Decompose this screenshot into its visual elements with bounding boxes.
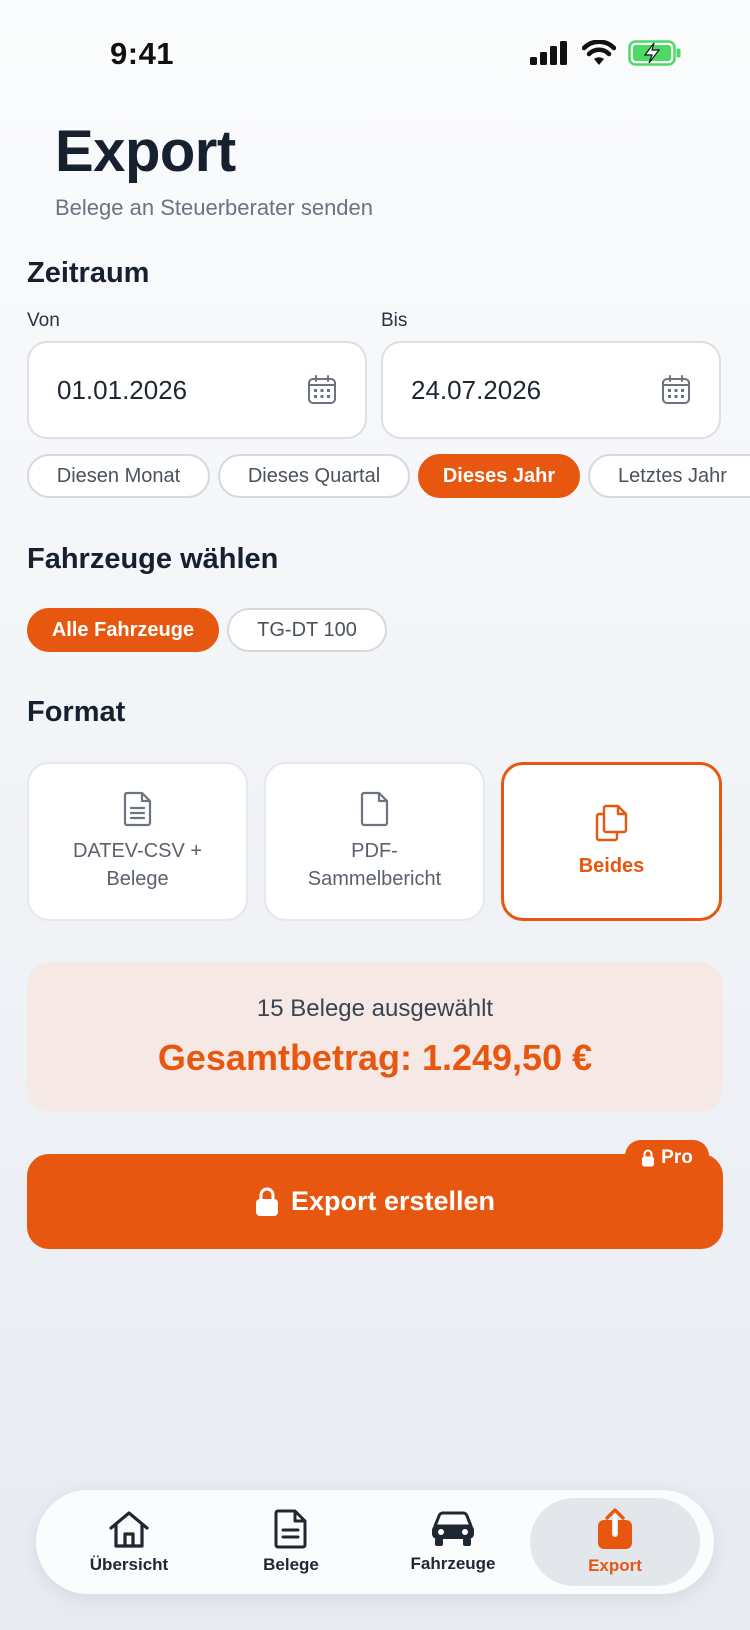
tab-vehicles-label: Fahrzeuge: [410, 1554, 496, 1573]
page-title: Export: [55, 119, 236, 184]
preset-last-year[interactable]: Letztes Jahr: [588, 454, 750, 498]
receipt-icon: [274, 1509, 307, 1549]
export-button[interactable]: Export erstellen: [27, 1154, 723, 1249]
to-label: Bis: [381, 310, 408, 331]
pro-badge: Pro: [625, 1140, 709, 1176]
document-lines-icon: [123, 791, 151, 826]
format-both-label: Beides: [578, 854, 645, 877]
from-label: Von: [27, 310, 60, 331]
preset-this-year[interactable]: Dieses Jahr: [418, 454, 580, 498]
format-pdf-report-label: PDF-Sammelbericht: [307, 839, 442, 890]
vehicles-section-title: Fahrzeuge wählen: [27, 543, 279, 575]
vehicle-all[interactable]: Alle Fahrzeuge: [27, 608, 219, 652]
vehicle-tg-dt-100[interactable]: TG-DT 100: [227, 608, 387, 652]
format-section-title: Format: [27, 696, 126, 728]
battery-charging-icon: [628, 40, 681, 66]
period-section-title: Zeitraum: [27, 257, 150, 289]
lock-icon: [642, 1149, 655, 1167]
wifi-icon: [582, 40, 616, 65]
export-button-label: Export erstellen: [290, 1186, 496, 1216]
calendar-icon[interactable]: [661, 375, 691, 405]
preset-this-month[interactable]: Diesen Monat: [27, 454, 210, 498]
page-subtitle: Belege an Steuerberater senden: [55, 195, 374, 220]
status-time: 9:41: [110, 36, 175, 71]
pro-badge-label: Pro: [661, 1147, 693, 1168]
tab-export-label: Export: [588, 1556, 642, 1575]
from-date-value: 01.01.2026: [57, 374, 188, 405]
tab-export[interactable]: Export: [530, 1498, 700, 1586]
format-datev-csv[interactable]: DATEV-CSV + Belege: [27, 762, 248, 921]
to-date-field[interactable]: 24.07.2026: [381, 341, 721, 439]
format-pdf-report[interactable]: PDF-Sammelbericht: [264, 762, 485, 921]
from-date-field[interactable]: 01.01.2026: [27, 341, 367, 439]
tab-overview-label: Übersicht: [89, 1555, 169, 1574]
calendar-icon[interactable]: [307, 375, 337, 405]
selected-count: 15 Belege ausgewählt: [256, 995, 494, 1022]
tab-vehicles[interactable]: Fahrzeuge: [368, 1498, 538, 1586]
tab-receipts[interactable]: Belege: [206, 1498, 376, 1586]
format-both[interactable]: Beides: [501, 762, 722, 921]
format-datev-csv-label: DATEV-CSV + Belege: [72, 839, 203, 890]
car-icon: [432, 1511, 474, 1546]
preset-this-quarter[interactable]: Dieses Quartal: [218, 454, 410, 498]
selection-summary: 15 Belege ausgewählt Gesamtbetrag: 1.249…: [27, 962, 723, 1112]
tab-receipts-label: Belege: [263, 1555, 319, 1574]
tab-overview[interactable]: Übersicht: [44, 1498, 214, 1586]
tab-bar: Übersicht Belege Fahrzeuge Export: [36, 1490, 714, 1594]
document-icon: [360, 791, 388, 826]
status-icons: [530, 40, 682, 66]
documents-copy-icon: [595, 804, 627, 841]
lock-icon: [255, 1187, 278, 1216]
export-icon: [598, 1508, 632, 1549]
status-bar: 9:41: [0, 0, 750, 110]
total-amount: Gesamtbetrag: 1.249,50 €: [157, 1037, 593, 1078]
to-date-value: 24.07.2026: [411, 374, 542, 405]
home-icon: [109, 1511, 149, 1548]
signal-icon: [530, 41, 567, 65]
